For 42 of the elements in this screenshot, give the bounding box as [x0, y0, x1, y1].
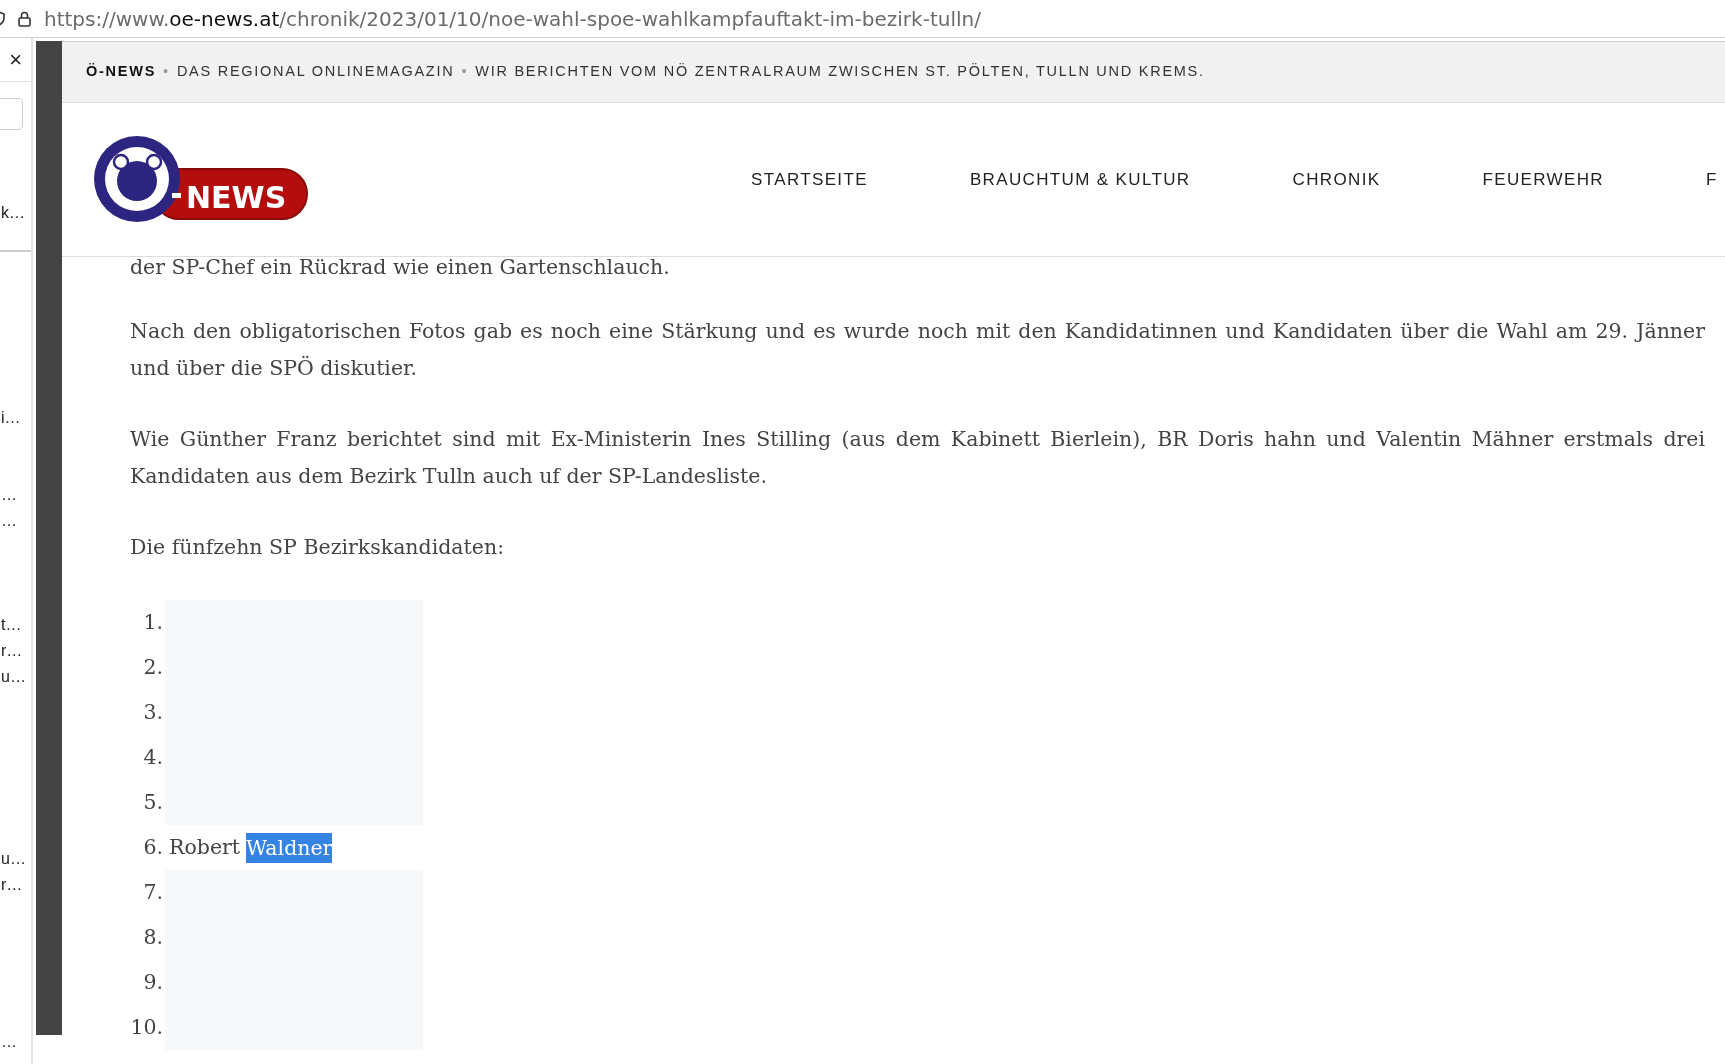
paragraph-text: der SP-Chef ein Rückrad wie einen Gartenschlauch. — [130, 254, 671, 281]
separator-text: • — [461, 62, 469, 82]
paragraph-text: Nach den obligatorischen Fotos gab es noch eine Stärkung und es wurde noch mit den Kandidatinnen und Kandidaten über die Wahl am 29. Jänner und über die SPÖ diskutier. — [130, 318, 1705, 382]
list-number: 1. — [143, 609, 163, 636]
brand-text: Ö-NEWS — [86, 62, 157, 82]
tagline-text: DAS REGIONAL ONLINEMAGAZIN — [176, 62, 455, 82]
snippet-text: u… — [0, 667, 27, 687]
separator-text: • — [163, 62, 170, 82]
list-number: 9. — [143, 969, 163, 996]
nav-link[interactable]: STARTSEITE — [751, 166, 868, 193]
selected-text: Waldner — [246, 832, 333, 863]
nav-link[interactable]: CHRONIK — [1292, 166, 1381, 193]
list-number: 2. — [143, 654, 163, 681]
snippet-text: r… — [0, 641, 24, 661]
list-number: 10. — [130, 1014, 163, 1041]
snippet-text: … — [0, 1032, 18, 1052]
logo-text: NEWS — [186, 179, 287, 215]
snippet-text: t… — [0, 615, 23, 635]
name-text: Robert — [169, 834, 241, 861]
list-number: 4. — [143, 744, 163, 771]
nav-link[interactable]: FEUERWEHR — [1482, 166, 1604, 193]
snippet-text: … — [0, 485, 18, 505]
snippet-text: i… — [0, 408, 22, 428]
paragraph-text: Die fünfzehn SP Bezirkskandidaten: — [130, 534, 506, 561]
about-text: WIR BERICHTEN VOM NÖ ZENTRALRAUM ZWISCHEN ST. PÖLTEN, TULLN UND KREMS. — [475, 62, 1205, 82]
search-field[interactable] — [0, 98, 23, 130]
lock-icon — [18, 10, 31, 27]
paragraph-text: Wie Günther Franz berichtet sind mit Ex-Ministerin Ines Stilling (aus dem Kabinett Bierlein), BR Doris hahn und Valentin Mähner erstmals drei Kandidaten aus dem Bezirk Tulln auch uf der SP-Landesliste. — [130, 426, 1705, 490]
nav-link[interactable]: F — [1705, 166, 1718, 193]
logo-drawing[interactable] — [94, 135, 308, 222]
snippet-text: k… — [0, 203, 26, 223]
list-number: 6. — [142, 834, 163, 861]
list-number: 3. — [143, 699, 163, 726]
list-number: 7. — [143, 879, 163, 906]
snippet-text: r… — [0, 875, 24, 895]
close-button[interactable]: × — [0, 38, 31, 82]
snippet-text: … — [0, 511, 18, 531]
snippet-text: u… — [0, 849, 27, 869]
list-number: 8. — [143, 924, 163, 951]
list-number: 5. — [143, 789, 163, 816]
nav-link[interactable]: BRAUCHTUM & KULTUR — [969, 166, 1191, 193]
url-field[interactable]: https://www.oe-news.at/chronik/2023/01/10/noe-wahl-spoe-wahlkampfauftakt-im-bezirk-tulln/ — [44, 3, 981, 34]
